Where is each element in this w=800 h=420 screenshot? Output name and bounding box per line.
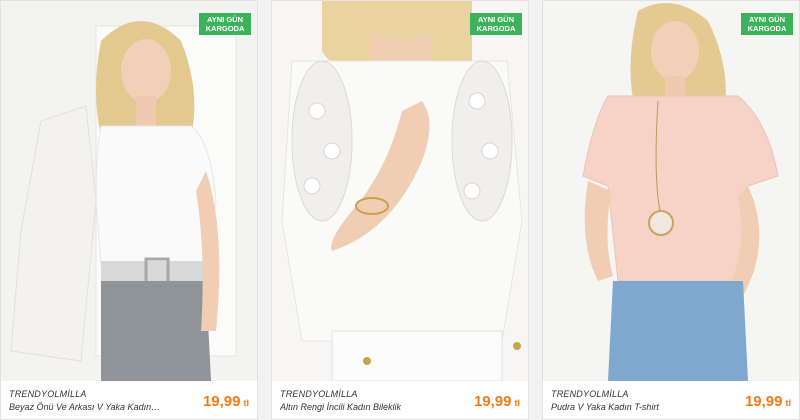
product-brand: TRENDYOLMİLLA [280,389,358,399]
product-brand: TRENDYOLMİLLA [9,389,87,399]
product-card[interactable]: AYNI GÜN KARGODA TRENDYOLMİLLA Pudra V Ya… [542,0,800,420]
same-day-shipping-badge: AYNI GÜN KARGODA [199,13,251,35]
product-title[interactable]: Beyaz Önü Ve Arkası V Yaka Kadın… [9,402,169,412]
price-currency: tl [785,398,792,408]
product-title[interactable]: Altın Rengi İncili Kadın Bileklik [280,402,440,412]
same-day-shipping-badge: AYNI GÜN KARGODA [741,13,793,35]
price-value: 19,99 [473,393,512,410]
product-info[interactable]: TRENDYOLMİLLA Altın Rengi İncili Kadın B… [272,381,528,419]
same-day-shipping-badge: AYNI GÜN KARGODA [470,13,522,35]
product-price: 19,99 tl [745,393,791,410]
product-grid: AYNI GÜN KARGODA TRENDYOLMİLLA Beyaz Önü … [0,0,800,420]
price-currency: tl [514,398,521,408]
product-price: 19,99 tl [203,393,249,410]
product-card[interactable]: AYNI GÜN KARGODA TRENDYOLMİLLA Beyaz Önü … [0,0,258,420]
product-image[interactable]: AYNI GÜN KARGODA [272,1,528,381]
product-brand: TRENDYOLMİLLA [551,389,629,399]
price-value: 19,99 [744,393,783,410]
product-image[interactable]: AYNI GÜN KARGODA [1,1,257,381]
product-info[interactable]: TRENDYOLMİLLA Beyaz Önü Ve Arkası V Yaka… [1,381,257,419]
product-info[interactable]: TRENDYOLMİLLA Pudra V Yaka Kadın T-shirt… [543,381,799,419]
price-currency: tl [243,398,250,408]
product-card[interactable]: AYNI GÜN KARGODA TRENDYOLMİLLA Altın Reng… [271,0,529,420]
product-image[interactable]: AYNI GÜN KARGODA [543,1,799,381]
price-value: 19,99 [202,393,241,410]
product-title[interactable]: Pudra V Yaka Kadın T-shirt [551,402,711,412]
product-price: 19,99 tl [474,393,520,410]
